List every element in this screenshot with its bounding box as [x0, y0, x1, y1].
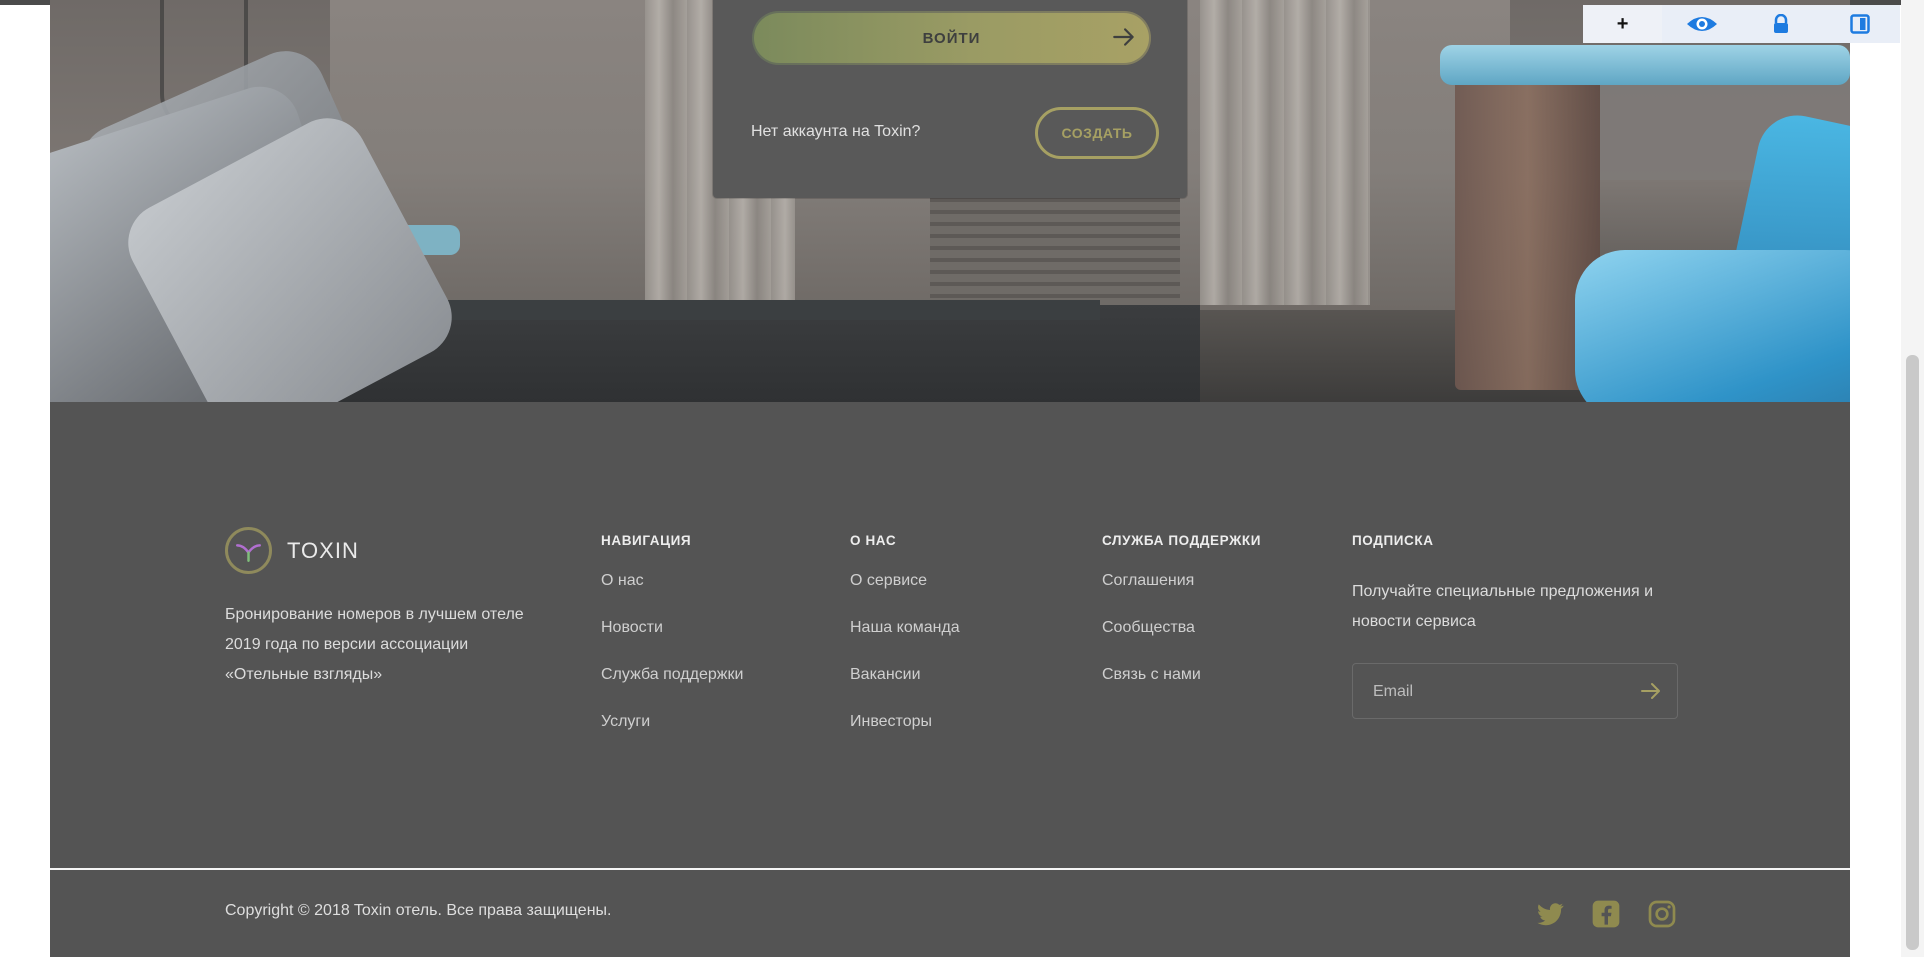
footer-link-contact[interactable]: Связь с нами	[1102, 666, 1261, 713]
scrollbar[interactable]	[1901, 0, 1924, 957]
page-content: ВОЙТИ Нет аккаунта на Toxin? СОЗДАТЬ TOX…	[50, 0, 1850, 957]
subscription-text: Получайте специальные предложения и ново…	[1352, 583, 1654, 630]
twitter-icon[interactable]	[1534, 898, 1566, 930]
footer-divider	[50, 868, 1850, 870]
footer-column-title: СЛУЖБА ПОДДЕРЖКИ	[1102, 533, 1262, 548]
lock-icon	[1774, 14, 1789, 33]
create-account-button[interactable]: СОЗДАТЬ	[1035, 107, 1159, 159]
create-account-label: СОЗДАТЬ	[1061, 125, 1133, 141]
login-button[interactable]: ВОЙТИ	[752, 11, 1151, 65]
footer-about-column: О НАС О сервисе Наша команда Вакансии Ин…	[850, 533, 960, 760]
toxin-logo-icon	[225, 527, 272, 574]
extension-toolbar: +	[1583, 5, 1900, 43]
footer-column-title: ПОДПИСКА	[1352, 533, 1434, 548]
plus-icon: +	[1616, 12, 1629, 35]
eye-icon	[1686, 17, 1717, 31]
facebook-icon[interactable]	[1590, 898, 1622, 930]
footer-support-column: СЛУЖБА ПОДДЕРЖКИ Соглашения Сообщества С…	[1102, 533, 1261, 713]
no-account-text: Нет аккаунта на Toxin?	[751, 123, 921, 140]
contrast-icon	[1850, 14, 1871, 34]
scrollbar-thumb[interactable]	[1906, 355, 1919, 950]
hero-curtain-right	[1200, 0, 1370, 305]
contrast-button[interactable]	[1821, 5, 1900, 43]
arrow-right-icon	[1113, 28, 1134, 46]
hero-chair	[1575, 250, 1850, 402]
footer-link-investors[interactable]: Инвесторы	[850, 713, 960, 760]
hero-photo: ВОЙТИ Нет аккаунта на Toxin? СОЗДАТЬ	[50, 0, 1850, 402]
footer-link-team[interactable]: Наша команда	[850, 619, 960, 666]
footer: TOXIN Бронирование номеров в лучшем отел…	[50, 402, 1850, 957]
add-button[interactable]: +	[1583, 5, 1663, 43]
email-subscribe-field	[1352, 663, 1678, 720]
footer-link-about-service[interactable]: О сервисе	[850, 572, 960, 619]
footer-column-title: О НАС	[850, 533, 897, 548]
footer-logo[interactable]: TOXIN	[225, 527, 359, 574]
logo-leaf-icon	[235, 544, 262, 562]
logo-text: TOXIN	[287, 537, 359, 563]
footer-link-agreements[interactable]: Соглашения	[1102, 572, 1261, 619]
footer-subscription-column: ПОДПИСКА	[1352, 533, 1434, 572]
footer-link-vacancies[interactable]: Вакансии	[850, 666, 960, 713]
footer-link-news[interactable]: Новости	[601, 619, 743, 666]
lock-button[interactable]	[1742, 5, 1821, 43]
login-button-label: ВОЙТИ	[922, 29, 981, 47]
login-card: ВОЙТИ Нет аккаунта на Toxin? СОЗДАТЬ	[713, 0, 1187, 198]
email-input[interactable]	[1371, 664, 1625, 720]
visibility-button[interactable]	[1662, 5, 1741, 43]
copyright-text: Copyright © 2018 Toxin отель. Все права …	[225, 902, 612, 919]
hero-shelf-top	[1440, 45, 1850, 85]
arrow-right-icon[interactable]	[1639, 679, 1663, 703]
footer-link-services[interactable]: Услуги	[601, 713, 743, 760]
footer-link-communities[interactable]: Сообщества	[1102, 619, 1261, 666]
footer-nav-column: НАВИГАЦИЯ О нас Новости Служба поддержки…	[601, 533, 743, 760]
instagram-icon[interactable]	[1646, 898, 1678, 930]
footer-link-support[interactable]: Служба поддержки	[601, 666, 743, 713]
footer-column-title: НАВИГАЦИЯ	[601, 533, 692, 548]
footer-about-text: Бронирование номеров в лучшем отеле 2019…	[225, 606, 524, 683]
footer-link-about[interactable]: О нас	[601, 572, 743, 619]
hero-window	[930, 190, 1180, 315]
